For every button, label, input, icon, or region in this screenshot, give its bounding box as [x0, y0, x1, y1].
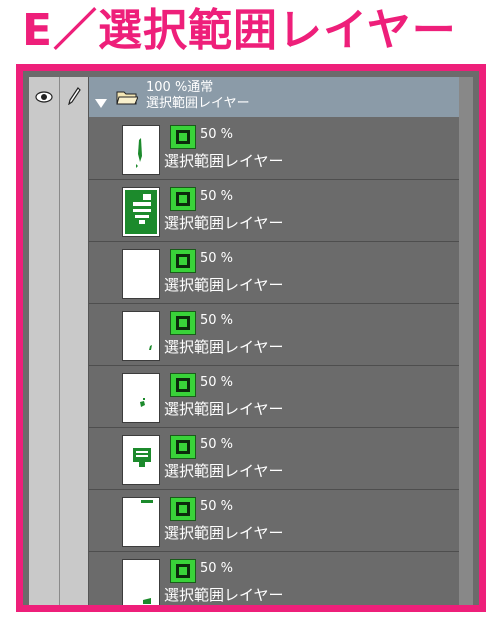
- layer-name: 選択範囲レイヤー: [164, 400, 284, 418]
- selection-mask-icon[interactable]: [170, 497, 196, 521]
- layer-thumbnail: [122, 559, 160, 605]
- selection-mask-icon[interactable]: [170, 125, 196, 149]
- panel-scrollbar[interactable]: [459, 77, 473, 605]
- layer-thumbnail: [122, 249, 160, 299]
- layer-name: 選択範囲レイヤー: [164, 338, 284, 356]
- layer-thumbnail: [122, 497, 160, 547]
- layer-opacity: 50 %: [200, 127, 234, 142]
- layer-opacity: 50 %: [200, 189, 234, 204]
- folder-label: 100 %通常 選択範囲レイヤー: [146, 80, 250, 112]
- layer-opacity: 50 %: [200, 375, 234, 390]
- folder-opacity-mode: 100 %通常: [146, 80, 214, 95]
- selection-mask-icon[interactable]: [170, 435, 196, 459]
- layer-row[interactable]: 50 % 選択範囲レイヤー: [89, 552, 459, 605]
- layer-name: 選択範囲レイヤー: [164, 276, 284, 294]
- layer-thumbnail: [122, 435, 160, 485]
- layer-row[interactable]: 50 % 選択範囲レイヤー: [89, 366, 459, 428]
- layer-opacity: 50 %: [200, 561, 234, 576]
- folder-name: 選択範囲レイヤー: [146, 96, 250, 111]
- pen-icon[interactable]: [67, 87, 81, 109]
- layer-list: 50 % 選択範囲レイヤー 50 % 選択範囲レイヤー 50 % 選択範囲レイヤ…: [89, 118, 459, 605]
- triangle-down-icon[interactable]: [95, 93, 107, 112]
- lock-column: [60, 77, 89, 605]
- highlight-frame: 100 %通常 選択範囲レイヤー 50 % 選択範囲レイヤー 50 % 選択範囲…: [16, 64, 486, 612]
- page-heading: E／選択範囲レイヤー: [22, 5, 457, 56]
- layer-row[interactable]: 50 % 選択範囲レイヤー: [89, 428, 459, 490]
- layer-opacity: 50 %: [200, 313, 234, 328]
- layer-name: 選択範囲レイヤー: [164, 214, 284, 232]
- layer-name: 選択範囲レイヤー: [164, 586, 284, 604]
- layer-row[interactable]: 50 % 選択範囲レイヤー: [89, 304, 459, 366]
- folder-layer-row[interactable]: [89, 77, 459, 117]
- layer-opacity: 50 %: [200, 499, 234, 514]
- layer-name: 選択範囲レイヤー: [164, 524, 284, 542]
- layer-row[interactable]: 50 % 選択範囲レイヤー: [89, 180, 459, 242]
- layer-opacity: 50 %: [200, 437, 234, 452]
- layer-opacity: 50 %: [200, 251, 234, 266]
- selection-mask-icon[interactable]: [170, 249, 196, 273]
- layer-thumbnail: [122, 311, 160, 361]
- selection-mask-icon[interactable]: [170, 373, 196, 397]
- eye-icon[interactable]: [35, 89, 53, 108]
- layer-name: 選択範囲レイヤー: [164, 462, 284, 480]
- visibility-column: [29, 77, 60, 605]
- layer-thumbnail: [122, 125, 160, 175]
- folder-icon: [116, 89, 139, 109]
- layer-name: 選択範囲レイヤー: [164, 152, 284, 170]
- layer-thumbnail: [122, 187, 160, 237]
- selection-mask-icon[interactable]: [170, 559, 196, 583]
- selection-mask-icon[interactable]: [170, 311, 196, 335]
- selection-mask-icon[interactable]: [170, 187, 196, 211]
- layer-thumbnail: [122, 373, 160, 423]
- layer-row[interactable]: 50 % 選択範囲レイヤー: [89, 242, 459, 304]
- layer-panel: 100 %通常 選択範囲レイヤー 50 % 選択範囲レイヤー 50 % 選択範囲…: [29, 77, 473, 605]
- layer-row[interactable]: 50 % 選択範囲レイヤー: [89, 118, 459, 180]
- layer-row[interactable]: 50 % 選択範囲レイヤー: [89, 490, 459, 552]
